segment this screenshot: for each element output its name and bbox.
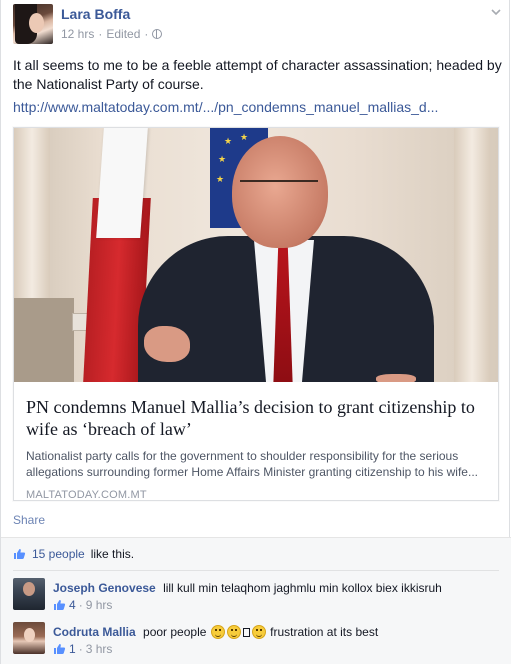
wall-panel	[14, 298, 74, 382]
likes-summary: 15 people like this.	[13, 547, 134, 561]
meta-separator: ·	[98, 27, 103, 41]
malta-flag-white	[96, 128, 148, 238]
globe-icon[interactable]	[152, 29, 163, 39]
comment-author[interactable]: Joseph Genovese	[53, 581, 156, 595]
post-text: It all seems to me to be a feeble attemp…	[13, 57, 502, 92]
preview-body: PN condemns Manuel Mallia’s decision to …	[14, 382, 498, 501]
comment-like-count[interactable]: 4	[69, 598, 76, 612]
author-avatar[interactable]	[13, 4, 53, 44]
comment-text: lill kull min telaqhom jaghmlu min kollo…	[163, 581, 442, 595]
likes-divider	[13, 570, 499, 571]
preview-source: MALTATODAY.COM.MT	[26, 489, 147, 501]
preview-description: Nationalist party calls for the governme…	[26, 449, 478, 479]
feedback-section: 15 people like this. Joseph Genovese lil…	[1, 537, 511, 664]
grinning-emoji-icon	[210, 625, 225, 639]
thumbs-up-icon	[13, 548, 26, 560]
person-head	[232, 136, 328, 248]
comment-line: Codruta Mallia poor people frustration a…	[53, 624, 499, 640]
author-name[interactable]: Lara Boffa	[61, 6, 130, 22]
post-card: Lara Boffa 12 hrs · Edited · It all seem…	[0, 0, 511, 664]
grinning-emoji-icon	[226, 625, 241, 639]
person-glasses	[240, 180, 318, 190]
post-link[interactable]: http://www.maltatoday.com.mt/.../pn_cond…	[13, 99, 438, 115]
chevron-down-icon[interactable]	[491, 8, 501, 18]
thumbs-up-icon	[53, 643, 66, 655]
share-link[interactable]: Share	[13, 513, 45, 527]
comment-time[interactable]: 3 hrs	[86, 642, 113, 656]
avatar-face	[29, 13, 44, 33]
post-meta: 12 hrs · Edited ·	[61, 27, 163, 41]
meta-separator: ·	[78, 598, 83, 612]
commenter-avatar[interactable]	[13, 578, 45, 610]
link-preview[interactable]: ★ ★ ★ ★ ★ PN condemns Manuel Mallia’s de…	[13, 127, 499, 501]
comment-meta: 4 · 9 hrs	[53, 598, 112, 612]
comment-meta: 1 · 3 hrs	[53, 642, 112, 656]
person-hand	[144, 326, 190, 362]
person-hand-right	[376, 374, 416, 382]
thumbs-up-icon	[53, 599, 66, 611]
edited-label[interactable]: Edited	[106, 27, 140, 41]
eu-star: ★	[216, 174, 225, 184]
preview-title[interactable]: PN condemns Manuel Mallia’s decision to …	[26, 396, 486, 440]
post-time[interactable]: 12 hrs	[61, 27, 94, 41]
smiling-emoji-icon	[251, 625, 266, 639]
preview-image[interactable]: ★ ★ ★ ★ ★	[14, 128, 498, 382]
comment-like-count[interactable]: 1	[69, 642, 76, 656]
comment-line: Joseph Genovese lill kull min telaqhom j…	[53, 580, 499, 596]
comment-author[interactable]: Codruta Mallia	[53, 625, 136, 639]
likes-suffix: like this.	[90, 547, 135, 561]
post-header: Lara Boffa 12 hrs · Edited ·	[13, 4, 503, 46]
comment-text-end: frustration at its best	[270, 625, 379, 639]
missing-glyph-icon	[242, 628, 250, 637]
eu-star: ★	[240, 132, 249, 142]
curtain-right	[454, 128, 490, 382]
meta-separator: ·	[144, 27, 149, 41]
comment-item: Joseph Genovese lill kull min telaqhom j…	[13, 578, 499, 618]
comment-text: poor people	[143, 625, 207, 639]
comment-time[interactable]: 9 hrs	[86, 598, 113, 612]
comment-item: Codruta Mallia poor people frustration a…	[13, 622, 499, 662]
eu-star: ★	[224, 136, 233, 146]
likes-count[interactable]: 15 people	[32, 547, 85, 561]
commenter-avatar[interactable]	[13, 622, 45, 654]
meta-separator: ·	[78, 642, 83, 656]
eu-star: ★	[218, 154, 227, 164]
